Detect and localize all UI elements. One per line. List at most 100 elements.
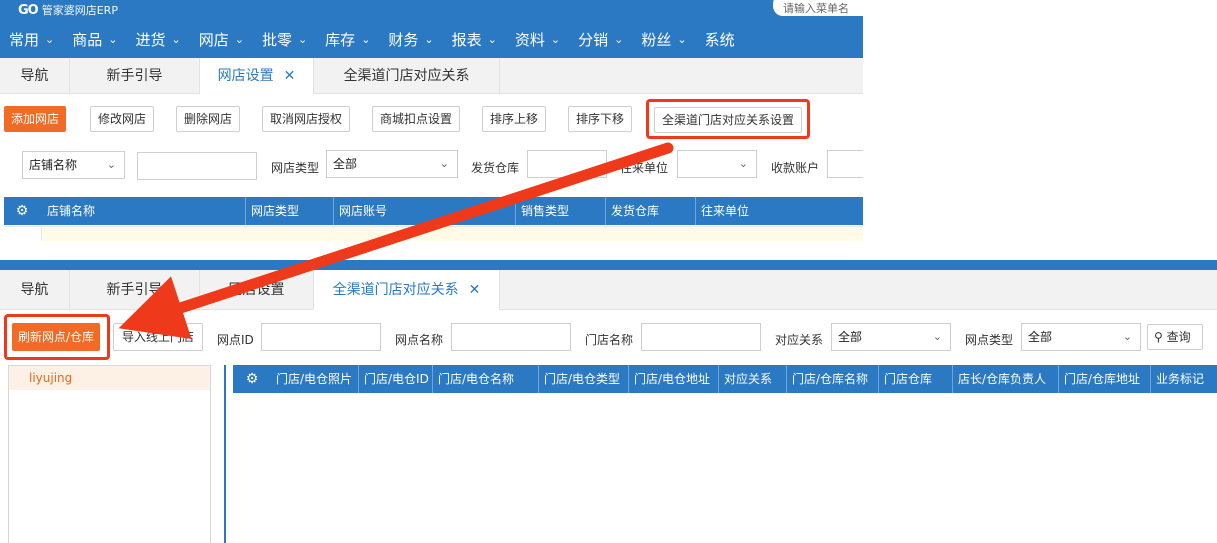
menu-item-goods[interactable]: 商品 ⌄ — [72, 29, 117, 50]
menu-item-online-store[interactable]: 网店 ⌄ — [199, 29, 244, 50]
point-id-input[interactable] — [261, 323, 381, 351]
chevron-down-icon: ⌄ — [932, 330, 942, 343]
add-store-button[interactable]: 添加网店 — [4, 106, 66, 132]
search-button[interactable]: ⚲ 查询 — [1147, 324, 1203, 350]
column-store-account[interactable]: 网店账号 — [334, 197, 516, 225]
menu-item-common[interactable]: 常用 ⌄ — [9, 29, 54, 50]
warehouse-input[interactable] — [527, 150, 607, 178]
import-online-store-button[interactable]: 导入线上门店 — [113, 323, 203, 351]
menu-item-wholesale[interactable]: 批零 ⌄ — [262, 29, 307, 50]
row-gutter — [4, 226, 42, 241]
chevron-down-icon: ⌄ — [677, 32, 687, 46]
column-store-warehouse[interactable]: 门店仓库 — [879, 365, 953, 393]
column-sale-type[interactable]: 销售类型 — [516, 197, 606, 225]
menu-item-finance[interactable]: 财务 ⌄ — [388, 29, 433, 50]
point-name-input[interactable] — [451, 323, 571, 351]
delete-store-button[interactable]: 删除网店 — [176, 106, 240, 132]
store-tree: liyujing — [8, 365, 211, 543]
chevron-down-icon: ⌄ — [108, 32, 118, 46]
tab-beginner-guide[interactable]: 新手引导 — [70, 270, 200, 310]
chevron-down-icon: ⌄ — [424, 32, 434, 46]
tab-label: 新手引导 — [106, 68, 163, 84]
column-business-tag[interactable]: 业务标记 — [1151, 365, 1217, 393]
column-id[interactable]: 门店/电仓ID — [359, 365, 433, 393]
column-store-name[interactable]: 门店/仓库名称 — [787, 365, 879, 393]
column-store-type[interactable]: 网店类型 — [246, 197, 334, 225]
main-menu: 常用 ⌄ 商品 ⌄ 进货 ⌄ 网店 ⌄ 批零 ⌄ 库存 ⌄ 财务 ⌄ 报表 ⌄ 资料 ⌄ 分销 ⌄ … — [0, 20, 863, 58]
top-screenshot: GO 管家婆网店ERP 请输入菜单名 常用 ⌄ 商品 ⌄ 进货 ⌄ 网店 ⌄ 批零 ⌄ 库… — [0, 0, 863, 241]
menu-item-distribution[interactable]: 分销 ⌄ — [578, 29, 623, 50]
menu-search-input[interactable]: 请输入菜单名 — [773, 0, 863, 16]
tab-label: 全渠道门店对应关系 — [332, 282, 459, 298]
menu-label: 进货 — [135, 30, 166, 49]
column-photo[interactable]: 门店/电仓照片 — [271, 365, 359, 393]
tab-navigation[interactable]: 导航 — [0, 58, 70, 94]
point-type-select[interactable]: 全部 ⌄ — [1021, 323, 1141, 351]
logo: GO 管家婆网店ERP — [18, 2, 118, 18]
column-partner[interactable]: 往来单位 — [696, 197, 863, 225]
column-relation[interactable]: 对应关系 — [719, 365, 787, 393]
search-icon: ⚲ — [1154, 330, 1163, 344]
gear-icon[interactable]: ⚙ — [4, 197, 40, 225]
chevron-down-icon: ⌄ — [45, 32, 55, 46]
edit-store-button[interactable]: 修改网店 — [90, 106, 154, 132]
tab-beginner-guide[interactable]: 新手引导 — [70, 58, 200, 94]
tab-store-settings[interactable]: 网店设置 ✕ — [200, 58, 314, 94]
store-name-input[interactable] — [137, 152, 257, 180]
menu-item-fans[interactable]: 粉丝 ⌄ — [641, 29, 686, 50]
store-type-label: 网店类型 — [271, 161, 320, 175]
menu-item-system[interactable]: 系统 — [705, 29, 735, 50]
move-down-button[interactable]: 排序下移 — [568, 106, 632, 132]
account-label: 收款账户 — [771, 161, 820, 175]
mall-commission-button[interactable]: 商城扣点设置 — [372, 106, 460, 132]
store-type-select[interactable]: 全部 ⌄ — [326, 150, 458, 178]
menu-item-inventory[interactable]: 库存 ⌄ — [325, 29, 370, 50]
table-row[interactable] — [42, 226, 863, 241]
select-value: 店铺名称 — [29, 158, 78, 172]
gear-icon[interactable]: ⚙ — [233, 365, 271, 393]
move-up-button[interactable]: 排序上移 — [482, 106, 546, 132]
column-name[interactable]: 门店/电仓名称 — [433, 365, 539, 393]
menu-item-data[interactable]: 资料 ⌄ — [515, 29, 560, 50]
partner-label: 往来单位 — [620, 161, 669, 175]
menu-item-reports[interactable]: 报表 ⌄ — [452, 29, 497, 50]
store-name-select[interactable]: 店铺名称 ⌄ — [22, 151, 125, 179]
store-name-input[interactable] — [641, 323, 761, 351]
logo-text: 管家婆网店ERP — [41, 4, 118, 17]
chevron-down-icon: ⌄ — [487, 32, 497, 46]
tab-label: 新手引导 — [106, 282, 163, 298]
partner-select[interactable]: ⌄ — [677, 150, 757, 178]
select-value: 全部 — [333, 157, 358, 171]
column-store-address[interactable]: 门店/仓库地址 — [1059, 365, 1151, 393]
column-address[interactable]: 门店/电仓地址 — [629, 365, 719, 393]
column-warehouse[interactable]: 发货仓库 — [606, 197, 696, 225]
tab-label: 导航 — [20, 282, 49, 298]
chevron-down-icon: ⌄ — [738, 157, 748, 170]
tab-navigation[interactable]: 导航 — [0, 270, 70, 310]
panel-splitter[interactable] — [224, 365, 226, 543]
menu-item-purchase[interactable]: 进货 ⌄ — [135, 29, 180, 50]
relation-select[interactable]: 全部 ⌄ — [831, 323, 951, 351]
column-type[interactable]: 门店/电仓类型 — [539, 365, 629, 393]
select-value: 全部 — [838, 330, 863, 344]
tab-bar: 导航 新手引导 网店设置 全渠道门店对应关系 ✕ — [0, 270, 1217, 310]
tab-omnichannel-mapping[interactable]: 全渠道门店对应关系 ✕ — [314, 270, 500, 310]
revoke-authorization-button[interactable]: 取消网店授权 — [262, 106, 350, 132]
chevron-down-icon: ⌄ — [614, 32, 624, 46]
tree-item[interactable]: liyujing — [9, 366, 210, 390]
tab-label: 网店设置 — [228, 282, 285, 298]
account-input[interactable] — [827, 150, 863, 178]
column-manager[interactable]: 店长/仓库负责人 — [953, 365, 1059, 393]
select-value: 全部 — [1028, 330, 1053, 344]
tab-store-settings[interactable]: 网店设置 — [200, 270, 314, 310]
search-label: 查询 — [1166, 330, 1191, 344]
point-name-label: 网点名称 — [395, 333, 444, 347]
menu-label: 网店 — [198, 30, 229, 49]
column-store-name[interactable]: 店铺名称 — [42, 197, 246, 225]
chevron-down-icon: ⌄ — [1122, 330, 1132, 343]
tab-omnichannel-mapping[interactable]: 全渠道门店对应关系 — [314, 58, 500, 94]
menu-label: 库存 — [325, 30, 356, 49]
close-icon[interactable]: ✕ — [469, 282, 481, 298]
menu-label: 分销 — [578, 30, 609, 49]
close-icon[interactable]: ✕ — [284, 68, 296, 84]
